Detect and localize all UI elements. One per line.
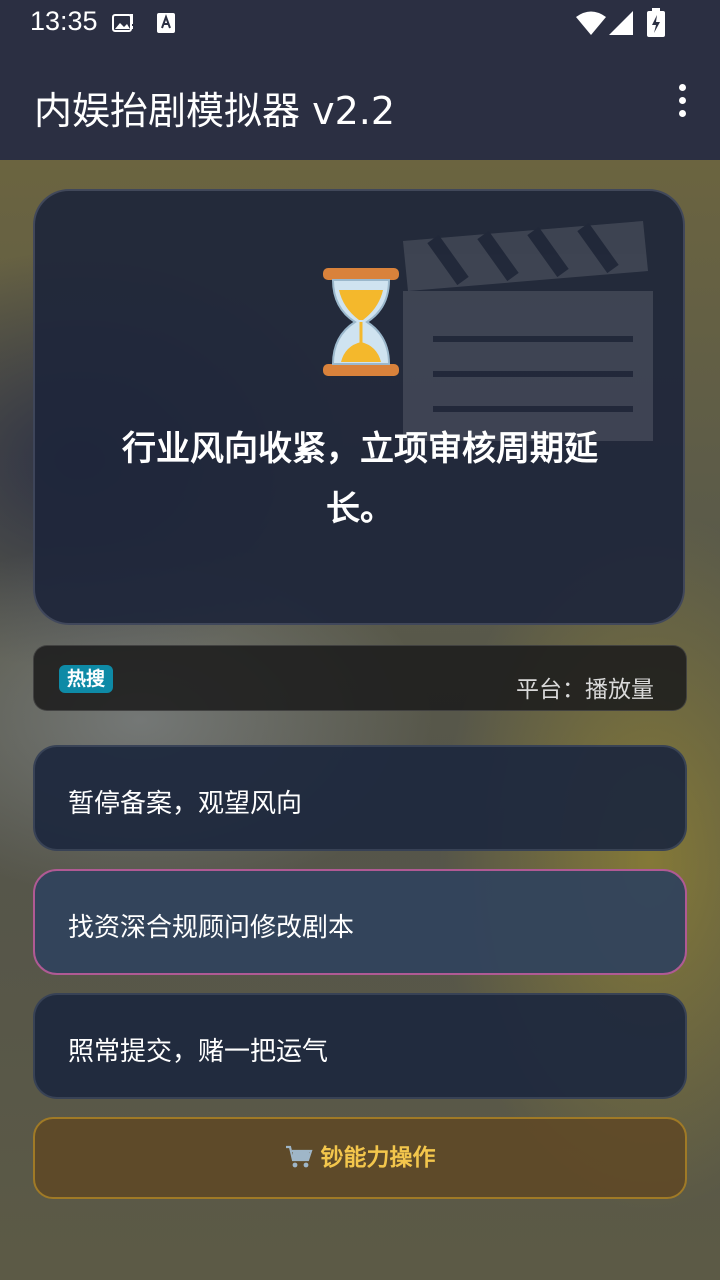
clapperboard-icon [403,221,653,441]
option-button-2[interactable]: 找资深合规顾问修改剧本 [33,869,687,975]
status-bar: 13:35 [0,0,720,48]
option-label: 暂停备案，观望风向 [68,789,303,819]
cart-icon [285,1145,313,1167]
money-power-label: 钞能力操作 [320,1145,436,1171]
option-button-1[interactable]: 暂停备案，观望风向 [33,745,687,851]
option-button-3[interactable]: 照常提交，赌一把运气 [33,993,687,1099]
option-label: 找资深合规顾问修改剧本 [68,913,355,943]
battery-charging-icon [647,8,665,37]
more-dot-icon [678,84,686,91]
status-time: 13:35 [30,6,98,36]
option-label: 照常提交，赌一把运气 [68,1037,329,1067]
event-card: 行业风向收紧，立项审核周期延长。 [33,189,685,625]
more-options-button[interactable] [672,84,692,124]
signal-icon [609,11,633,35]
ticker-text: 平台：播放量 [516,677,654,703]
more-dot-icon [678,110,686,117]
app-bar: 内娱抬剧模拟器 v2.2 [0,48,720,160]
image-notification-icon [112,14,133,32]
font-notification-icon [157,13,175,33]
hot-search-badge: 热搜 [59,665,114,693]
wifi-icon [576,11,606,35]
hourglass-icon [323,268,399,376]
more-dot-icon [678,97,686,104]
app-title: 内娱抬剧模拟器 v2.2 [34,89,396,133]
money-power-button[interactable]: 钞能力操作 [33,1117,687,1199]
event-description: 行业风向收紧，立项审核周期延长。 [122,429,598,529]
news-ticker: 热搜 平台：播放量 [33,645,687,711]
